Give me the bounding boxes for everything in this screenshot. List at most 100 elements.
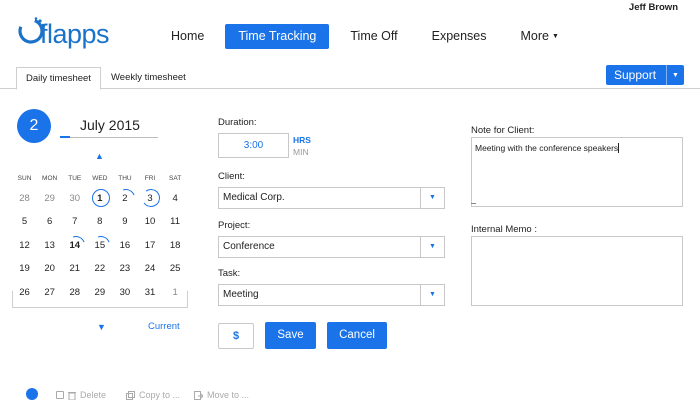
calendar-day[interactable]: 12	[12, 237, 37, 255]
weekday-header: SUN MON TUE WED THU FRI SAT	[12, 175, 188, 187]
calendar-day[interactable]: 30	[112, 284, 137, 302]
calendar-day[interactable]: 15	[87, 237, 112, 255]
delete-action[interactable]: Delete	[56, 390, 106, 400]
month-underline	[60, 137, 158, 138]
task-select[interactable]: Meeting ▼	[218, 284, 445, 306]
calendar-day[interactable]: 11	[163, 213, 188, 231]
calendar-day[interactable]: 3	[137, 190, 162, 208]
calendar-day[interactable]: 25	[163, 260, 188, 278]
nav-home[interactable]: Home	[158, 24, 217, 49]
calendar-week: 5 6 7 8 9 10 11	[12, 211, 188, 235]
calendar-day[interactable]: 31	[137, 284, 162, 302]
nav-time-off[interactable]: Time Off	[337, 24, 410, 49]
weekday-label: SAT	[169, 175, 182, 182]
delete-label: Delete	[80, 390, 107, 400]
note-for-client-input[interactable]: Meeting with the conference speakers	[471, 137, 683, 207]
weekday-label: FRI	[144, 175, 156, 182]
nav-time-tracking[interactable]: Time Tracking	[225, 24, 330, 49]
calendar-day[interactable]: 5	[12, 213, 37, 231]
chevron-down-icon[interactable]: ▼	[97, 322, 106, 332]
calendar-day[interactable]: 1	[163, 284, 188, 302]
chevron-down-icon[interactable]: ▼	[420, 285, 444, 305]
main-nav: Home Time Tracking Time Off Expenses Mor…	[158, 24, 580, 49]
calendar-day[interactable]: 23	[112, 260, 137, 278]
calendar-day[interactable]: 4	[163, 190, 188, 208]
support-button[interactable]: Support ▼	[606, 65, 684, 85]
cancel-button[interactable]: Cancel	[327, 322, 387, 349]
chevron-down-icon[interactable]: ▼	[420, 188, 444, 208]
text-cursor	[618, 143, 620, 153]
calendar-week: 19 20 21 22 23 24 25	[12, 258, 188, 282]
calendar-day[interactable]: 7	[62, 213, 87, 231]
calendar-day[interactable]: 17	[137, 237, 162, 255]
billable-toggle-button[interactable]: $	[218, 323, 254, 349]
user-name[interactable]: Jeff Brown	[629, 2, 678, 13]
calendar-day[interactable]: 16	[112, 237, 137, 255]
weekday-label: WED	[92, 175, 108, 182]
calendar-day[interactable]: 18	[163, 237, 188, 255]
calendar-day[interactable]: 28	[12, 190, 37, 208]
nav-more-label: More	[520, 29, 549, 43]
chevron-down-icon[interactable]: ▼	[420, 237, 444, 257]
calendar-day[interactable]: 20	[37, 260, 62, 278]
hrs-toggle[interactable]: HRS	[293, 135, 311, 145]
logo-text: flapps	[40, 19, 110, 49]
calendar-day[interactable]: 13	[37, 237, 62, 255]
move-icon	[194, 390, 203, 400]
duration-label: Duration:	[218, 117, 257, 128]
internal-memo-input[interactable]	[471, 236, 683, 306]
calendar-border	[12, 307, 188, 308]
calendar-week: 12 13 14 15 16 17 18	[12, 234, 188, 258]
weekday-label: SUN	[17, 175, 32, 182]
tab-weekly-timesheet[interactable]: Weekly timesheet	[102, 67, 195, 90]
caret-down-icon[interactable]: ▼	[666, 65, 684, 85]
calendar-day[interactable]: 6	[37, 213, 62, 231]
calendar-day[interactable]: 26	[12, 284, 37, 302]
flapps-logo[interactable]: flapps	[16, 14, 116, 54]
timesheet-tabs: Daily timesheet Weekly timesheet Support…	[0, 65, 700, 90]
calendar-day[interactable]: 2	[112, 190, 137, 208]
support-label: Support	[614, 68, 657, 82]
move-to-action[interactable]: Move to ...	[194, 390, 249, 400]
duration-input[interactable]: 3:00	[218, 133, 289, 158]
calendar-day[interactable]: 1	[87, 188, 112, 208]
client-select[interactable]: Medical Corp. ▼	[218, 187, 445, 209]
internal-memo-label: Internal Memo :	[471, 224, 537, 235]
calendar-day[interactable]: 22	[87, 260, 112, 278]
min-toggle[interactable]: MIN	[293, 147, 309, 157]
weekday-label: TUE	[68, 175, 82, 182]
weekday-label: THU	[118, 175, 132, 182]
selected-day-badge: 2	[17, 109, 51, 143]
copy-to-action[interactable]: Copy to ...	[126, 390, 180, 400]
calendar-day[interactable]: 29	[37, 190, 62, 208]
nav-more[interactable]: More ▼	[508, 24, 572, 49]
month-underline-accent	[60, 136, 70, 138]
calendar-day[interactable]: 29	[87, 284, 112, 302]
tab-daily-timesheet[interactable]: Daily timesheet	[16, 67, 101, 90]
calendar-day[interactable]: 27	[37, 284, 62, 302]
calendar-day[interactable]: 28	[62, 284, 87, 302]
chevron-up-icon[interactable]: ▲	[95, 151, 104, 161]
copy-to-label: Copy to ...	[139, 390, 181, 400]
move-to-label: Move to ...	[207, 390, 250, 400]
calendar-day[interactable]: 21	[62, 260, 87, 278]
calendar-border	[12, 291, 13, 307]
current-link[interactable]: Current	[148, 321, 180, 332]
month-label[interactable]: July 2015	[80, 117, 140, 133]
calendar-day[interactable]: 24	[137, 260, 162, 278]
calendar-day[interactable]: 19	[12, 260, 37, 278]
select-all-toggle[interactable]	[26, 388, 38, 400]
calendar-day[interactable]: 10	[137, 213, 162, 231]
nav-expenses[interactable]: Expenses	[419, 24, 500, 49]
save-button[interactable]: Save	[265, 322, 316, 349]
calendar-day[interactable]: 9	[112, 213, 137, 231]
resize-marker	[471, 203, 476, 204]
project-select[interactable]: Conference ▼	[218, 236, 445, 258]
calendar-day[interactable]: 14	[62, 237, 87, 255]
calendar-day[interactable]: 30	[62, 190, 87, 208]
copy-icon	[126, 390, 135, 400]
note-for-client-text: Meeting with the conference speakers	[475, 143, 619, 153]
client-label: Client:	[218, 171, 245, 182]
task-label: Task:	[218, 268, 241, 279]
calendar-day[interactable]: 8	[87, 213, 112, 231]
